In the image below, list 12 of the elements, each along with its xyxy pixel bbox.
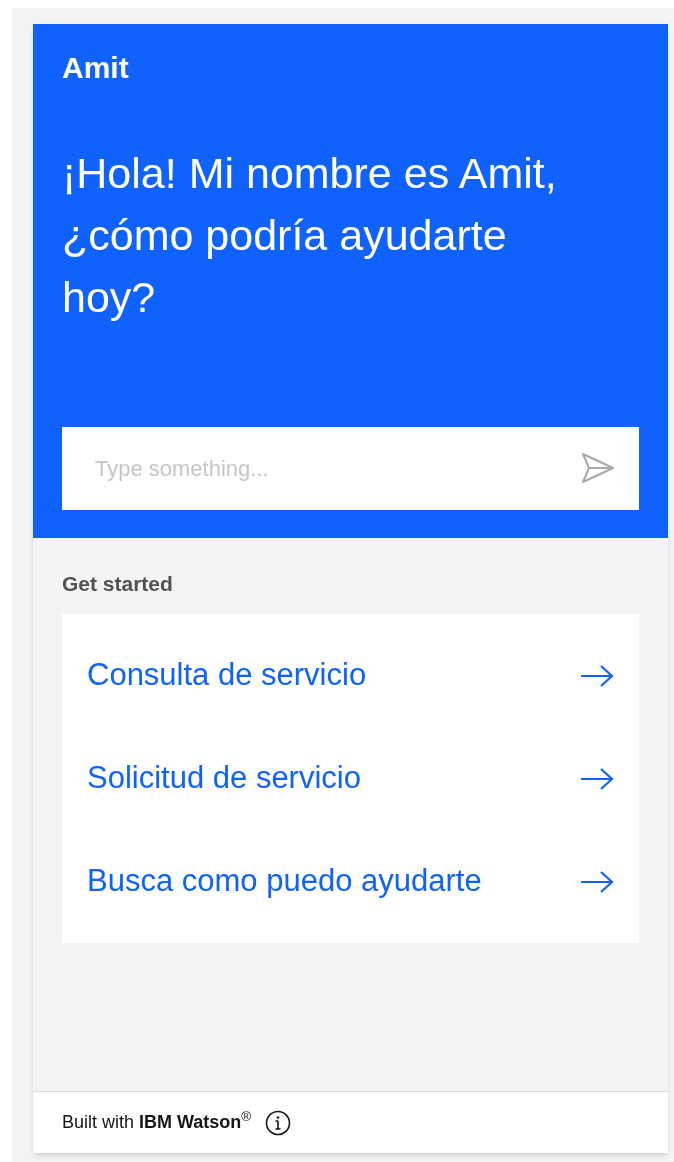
suggestion-item[interactable]: Consulta de servicio bbox=[62, 624, 639, 727]
arrow-right-icon bbox=[580, 663, 614, 688]
bot-name: Amit bbox=[62, 50, 130, 86]
message-input[interactable]: Type something... bbox=[62, 427, 639, 510]
section-heading: Get started bbox=[62, 571, 174, 597]
suggestion-item[interactable]: Busca como puedo ayudarte bbox=[62, 830, 639, 933]
arrow-right-icon bbox=[580, 766, 614, 791]
arrow-right-icon bbox=[580, 869, 614, 894]
info-icon[interactable] bbox=[265, 1109, 292, 1136]
footer-text: Built with IBM Watson$^{®}$ bbox=[62, 1109, 252, 1134]
greeting-text: ¡Hola! Mi nombre es Amit, ¿cómo podría ayudarte hoy? bbox=[62, 148, 558, 323]
suggestion-item[interactable]: Solicitud de servicio bbox=[62, 727, 639, 830]
